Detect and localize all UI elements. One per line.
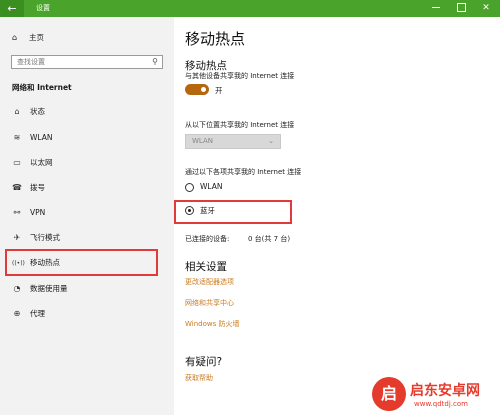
vpn-icon: ⚯ xyxy=(13,208,21,217)
watermark-url: www.qdtdj.com xyxy=(414,400,468,408)
hotspot-toggle[interactable] xyxy=(185,84,209,95)
home-icon: ⌂ xyxy=(12,33,18,42)
related-settings-heading: 相关设置 xyxy=(185,261,227,273)
toggle-state-label: 开 xyxy=(215,86,223,95)
search-input[interactable]: 查找设置 ⚲ xyxy=(11,55,163,69)
status-icon: ⌂ xyxy=(14,107,20,116)
sidebar-item-status[interactable]: ⌂ 状态 xyxy=(12,104,45,120)
data-usage-icon: ◔ xyxy=(13,284,21,293)
share-description: 与其他设备共享我的 Internet 连接 xyxy=(185,72,295,80)
search-icon: ⚲ xyxy=(152,57,158,66)
share-from-dropdown[interactable]: WLAN ⌄ xyxy=(185,134,281,149)
page-title: 移动热点 xyxy=(185,30,246,48)
maximize-button[interactable] xyxy=(449,0,473,17)
sidebar-item-label: 数据使用量 xyxy=(30,284,68,293)
back-arrow-icon[interactable]: ← xyxy=(0,0,24,17)
sidebar-item-label: VPN xyxy=(30,208,46,217)
get-help-link[interactable]: 获取帮助 xyxy=(185,373,213,383)
share-over-label: 通过以下各项共享我的 Internet 连接 xyxy=(185,168,302,176)
title-bar: ← 设置 ✕ xyxy=(0,0,500,17)
sidebar-item-home[interactable]: ⌂ 主页 xyxy=(12,32,44,43)
sidebar-item-proxy[interactable]: ⊕ 代理 xyxy=(12,306,45,322)
window-title: 设置 xyxy=(36,4,50,12)
ethernet-icon: ▭ xyxy=(13,158,21,167)
sidebar-item-airplane-mode[interactable]: ✈ 飞行模式 xyxy=(12,230,60,246)
sidebar-item-label: 飞行模式 xyxy=(30,233,60,242)
connected-devices-value: 0 台(共 7 台) xyxy=(248,235,291,243)
question-heading: 有疑问? xyxy=(185,356,223,368)
connected-devices-label: 已连接的设备: xyxy=(185,235,230,243)
sidebar-item-label: WLAN xyxy=(30,133,53,142)
share-from-label: 从以下位置共享我的 Internet 连接 xyxy=(185,121,295,129)
proxy-icon: ⊕ xyxy=(13,309,21,318)
radio-wlan[interactable] xyxy=(185,183,194,192)
watermark-logo-icon: 启 xyxy=(372,377,406,411)
airplane-icon: ✈ xyxy=(13,233,21,242)
sidebar-item-label: 状态 xyxy=(30,107,45,116)
sidebar-item-label: 代理 xyxy=(30,309,45,318)
close-button[interactable]: ✕ xyxy=(474,0,498,17)
minimize-icon xyxy=(432,7,440,8)
sidebar-item-vpn[interactable]: ⚯ VPN xyxy=(12,205,46,221)
section-title: 网络和 Internet xyxy=(12,83,72,92)
hotspot-highlight-annotation xyxy=(5,249,158,276)
adapter-options-link[interactable]: 更改适配器选项 xyxy=(185,277,234,287)
home-label: 主页 xyxy=(29,33,44,42)
wifi-icon: ≋ xyxy=(13,133,21,142)
sidebar-item-data-usage[interactable]: ◔ 数据使用量 xyxy=(12,281,68,297)
sidebar-item-ethernet[interactable]: ▭ 以太网 xyxy=(12,155,53,171)
network-sharing-center-link[interactable]: 网络和共享中心 xyxy=(185,298,234,308)
minimize-button[interactable] xyxy=(424,0,448,17)
search-placeholder: 查找设置 xyxy=(17,58,45,66)
sidebar-item-label: 拨号 xyxy=(30,183,45,192)
sidebar-item-dialup[interactable]: ☎ 拨号 xyxy=(12,180,45,196)
toggle-knob xyxy=(201,87,206,92)
bluetooth-highlight-annotation xyxy=(174,200,292,224)
windows-firewall-link[interactable]: Windows 防火墙 xyxy=(185,319,239,329)
share-from-value: WLAN xyxy=(192,137,214,145)
maximize-icon xyxy=(456,3,466,12)
dialup-icon: ☎ xyxy=(12,183,22,192)
sidebar-item-wlan[interactable]: ≋ WLAN xyxy=(12,130,53,146)
sidebar-item-label: 以太网 xyxy=(30,158,53,167)
radio-wlan-label: WLAN xyxy=(200,182,223,191)
watermark: 启 启东安卓网 www.qdtdj.com xyxy=(372,377,500,415)
chevron-down-icon: ⌄ xyxy=(268,137,274,145)
watermark-title: 启东安卓网 xyxy=(410,383,480,399)
